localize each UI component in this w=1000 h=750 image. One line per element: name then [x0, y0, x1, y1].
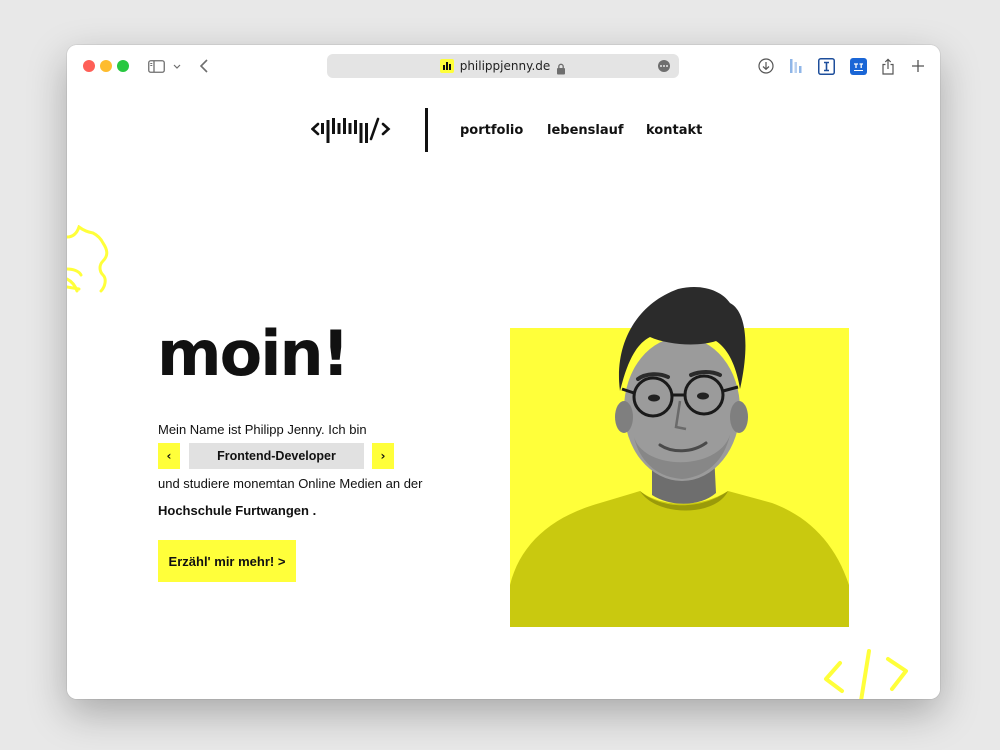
- cat-doodle-icon: [67, 225, 109, 293]
- back-icon[interactable]: [197, 56, 211, 76]
- role-next-button[interactable]: ›: [372, 443, 394, 469]
- hero-school-text: Hochschule Furtwangen .: [158, 503, 317, 518]
- browser-window: philippjenny.de portfolio lebenslauf kon…: [67, 45, 940, 699]
- sidebar-icon[interactable]: [147, 56, 165, 76]
- minimize-window-button[interactable]: [100, 60, 112, 72]
- hero-heading: moin!: [157, 317, 350, 390]
- role-label: Frontend-Developer: [189, 443, 364, 469]
- hero-study-text: und studiere monemtan Online Medien an d…: [158, 476, 423, 491]
- zoom-window-button[interactable]: [117, 60, 129, 72]
- share-icon[interactable]: [879, 56, 897, 76]
- extension-icon[interactable]: [817, 56, 835, 76]
- more-icon[interactable]: [658, 60, 670, 72]
- portrait-illustration: [510, 286, 849, 627]
- site-favicon-icon: [439, 59, 454, 73]
- portrait-photo: [510, 285, 849, 627]
- browser-toolbar: philippjenny.de: [67, 45, 940, 87]
- code-doodle-icon: [824, 649, 908, 699]
- hero-intro-text: Mein Name ist Philipp Jenny. Ich bin: [158, 422, 367, 437]
- extension-icon[interactable]: [787, 56, 805, 76]
- lock-icon: [556, 60, 566, 75]
- web-page: portfolio lebenslauf kontakt moin! Mein …: [67, 87, 940, 699]
- plus-icon[interactable]: [909, 56, 927, 76]
- extension-icon[interactable]: [849, 56, 867, 76]
- chevron-down-icon[interactable]: [171, 56, 183, 76]
- nav-kontakt-link[interactable]: kontakt: [646, 123, 702, 138]
- nav-divider: [425, 108, 428, 152]
- url-text: philippjenny.de: [459, 59, 551, 73]
- download-icon[interactable]: [757, 56, 775, 76]
- nav-portfolio-link[interactable]: portfolio: [460, 123, 523, 138]
- address-bar[interactable]: philippjenny.de: [327, 54, 679, 78]
- nav-lebenslauf-link[interactable]: lebenslauf: [547, 123, 624, 138]
- close-window-button[interactable]: [83, 60, 95, 72]
- role-prev-button[interactable]: ‹: [158, 443, 180, 469]
- site-logo[interactable]: [311, 111, 395, 147]
- tell-me-more-button[interactable]: Erzähl' mir mehr! >: [158, 540, 296, 582]
